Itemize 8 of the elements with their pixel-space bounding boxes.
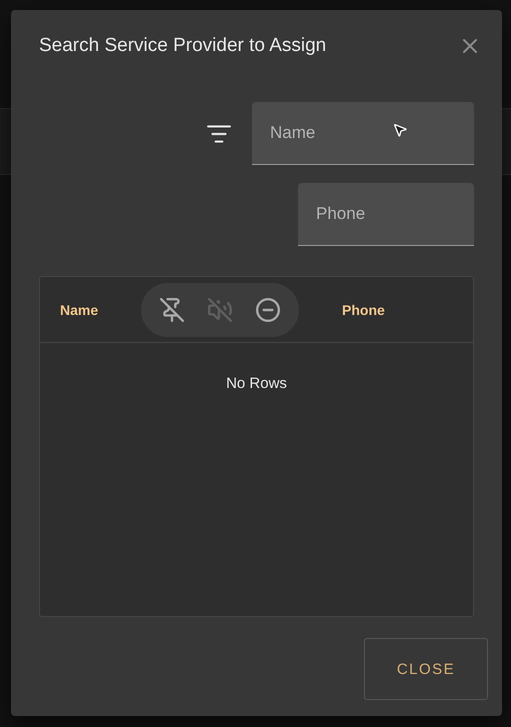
column-header[interactable]: Name (60, 302, 141, 318)
dialog-title: Search Service Provider to Assign (39, 35, 326, 57)
mouse-cursor-icon (392, 122, 408, 138)
phone-field[interactable]: Phone (298, 183, 474, 246)
empty-message: No Rows (225, 375, 288, 392)
name-field[interactable]: Name (252, 102, 474, 165)
close-button[interactable]: CLOSE (364, 638, 488, 700)
column-header[interactable]: Phone (342, 302, 442, 318)
